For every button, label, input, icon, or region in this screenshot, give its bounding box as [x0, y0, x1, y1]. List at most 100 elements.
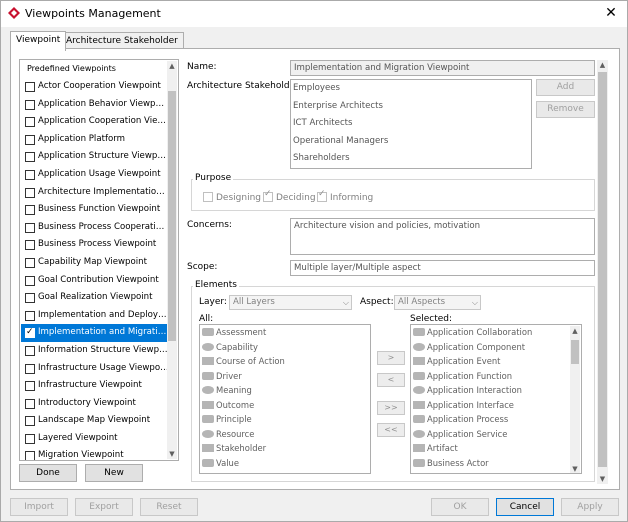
viewpoint-checkbox[interactable]	[25, 433, 35, 444]
viewpoint-list-item[interactable]: Layered Viewpoint	[21, 430, 169, 448]
viewpoint-list-item[interactable]: Infrastructure Viewpoint	[21, 377, 169, 395]
purpose-designing-checkbox[interactable]: Designing	[203, 192, 261, 203]
cancel-button[interactable]: Cancel	[496, 498, 554, 516]
move-all-right-button[interactable]: >>	[377, 401, 405, 415]
all-element-list-item[interactable]: Resource	[200, 427, 370, 442]
import-button[interactable]: Import	[10, 498, 68, 516]
viewpoint-checkbox[interactable]	[25, 240, 35, 251]
viewpoint-list-item[interactable]: Landscape Map Viewpoint	[21, 412, 169, 430]
selected-element-list-item[interactable]: Artifact	[411, 441, 581, 456]
viewpoint-checkbox[interactable]	[25, 117, 35, 128]
selected-element-list-item[interactable]: Application Process	[411, 412, 581, 427]
purpose-deciding-checkbox[interactable]: Deciding	[263, 189, 316, 203]
stakeholder-list-item[interactable]: Enterprise Architects	[293, 98, 529, 116]
viewpoint-checkbox[interactable]	[25, 187, 35, 198]
tab-viewpoint[interactable]: Viewpoint	[10, 31, 67, 51]
apply-button[interactable]: Apply	[561, 498, 619, 516]
concerns-field[interactable]: Architecture vision and policies, motiva…	[290, 218, 595, 255]
scrollbar-thumb[interactable]	[168, 91, 176, 341]
viewpoint-checkbox[interactable]	[25, 205, 35, 216]
selected-element-list-item[interactable]: Application Interface	[411, 398, 581, 413]
viewpoint-list-item[interactable]: Information Structure Viewpoint	[21, 342, 169, 360]
viewpoint-list-item[interactable]: Application Structure Viewpoint	[21, 148, 169, 166]
selected-element-list-item[interactable]: Application Component	[411, 340, 581, 355]
viewpoint-checkbox[interactable]	[25, 363, 35, 374]
viewpoint-checkbox[interactable]	[25, 398, 35, 409]
selected-element-list-item[interactable]: Application Event	[411, 354, 581, 369]
stakeholder-list-item[interactable]: ICT Architects	[293, 115, 529, 133]
all-element-list-item[interactable]: Principle	[200, 412, 370, 427]
viewpoint-list-item[interactable]: Architecture Implementation a...	[21, 184, 169, 202]
purpose-informing-checkbox[interactable]: Informing	[317, 189, 373, 203]
add-stakeholder-button[interactable]: Add	[536, 79, 595, 96]
viewpoint-checkbox[interactable]	[25, 451, 35, 460]
export-button[interactable]: Export	[75, 498, 133, 516]
viewpoint-checkbox[interactable]	[25, 257, 35, 268]
viewpoint-checkbox[interactable]	[25, 345, 35, 356]
viewpoint-list-item[interactable]: Introductory Viewpoint	[21, 395, 169, 413]
selected-element-list-item[interactable]: Application Service	[411, 427, 581, 442]
viewpoint-checkbox[interactable]	[25, 152, 35, 163]
selected-element-list-item[interactable]: Business Actor	[411, 456, 581, 471]
viewpoint-checkbox[interactable]	[25, 381, 35, 392]
ok-button[interactable]: OK	[431, 498, 489, 516]
reset-button[interactable]: Reset	[140, 498, 198, 516]
new-button[interactable]: New	[85, 464, 143, 482]
viewpoint-list-item[interactable]: Goal Realization Viewpoint	[21, 289, 169, 307]
viewpoint-list-item[interactable]: Application Behavior Viewpoint	[21, 96, 169, 114]
all-element-list-item[interactable]: Meaning	[200, 383, 370, 398]
viewpoint-list-item[interactable]: Actor Cooperation Viewpoint	[21, 78, 169, 96]
viewpoint-list-item[interactable]: Migration Viewpoint	[21, 447, 169, 460]
remove-stakeholder-button[interactable]: Remove	[536, 101, 595, 118]
scroll-down-icon[interactable]: ▼	[570, 464, 580, 473]
viewpoint-list-item[interactable]: Business Process Viewpoint	[21, 236, 169, 254]
move-all-left-button[interactable]: <<	[377, 423, 405, 437]
done-button[interactable]: Done	[19, 464, 77, 482]
all-element-list-item[interactable]: Capability	[200, 340, 370, 355]
scroll-up-icon[interactable]: ▲	[597, 60, 608, 70]
all-element-list-item[interactable]: Assessment	[200, 325, 370, 340]
scroll-up-icon[interactable]: ▲	[570, 326, 580, 336]
selected-element-list-item[interactable]: Application Collaboration	[411, 325, 581, 340]
detail-scrollbar[interactable]: ▲ ▼	[597, 60, 608, 484]
move-left-button[interactable]: <	[377, 373, 405, 387]
architecture-stakeholders-list[interactable]: Employees Enterprise Architects ICT Archit…	[290, 79, 532, 169]
viewpoint-checkbox[interactable]	[25, 416, 35, 427]
close-icon[interactable]: ✕	[601, 4, 621, 22]
scrollbar-thumb[interactable]	[571, 340, 579, 364]
viewpoint-checkbox[interactable]	[25, 293, 35, 304]
all-element-list-item[interactable]: Course of Action	[200, 354, 370, 369]
viewpoint-list-item[interactable]: Application Platform	[21, 131, 169, 149]
viewpoint-checkbox[interactable]	[25, 134, 35, 145]
scroll-down-icon[interactable]: ▼	[597, 474, 608, 484]
all-element-list-item[interactable]: Driver	[200, 369, 370, 384]
scroll-down-icon[interactable]: ▼	[167, 449, 177, 459]
scroll-up-icon[interactable]: ▲	[167, 61, 177, 71]
selected-element-list-item[interactable]: Application Interaction	[411, 383, 581, 398]
viewpoint-checkbox[interactable]	[25, 222, 35, 233]
viewpoint-checkbox[interactable]	[25, 310, 35, 321]
viewpoint-checkbox[interactable]	[25, 99, 35, 110]
selected-element-list-item[interactable]: Application Function	[411, 369, 581, 384]
viewpoint-checkbox[interactable]	[25, 275, 35, 286]
stakeholder-list-item[interactable]: Employees	[293, 80, 529, 98]
scope-field[interactable]: Multiple layer/Multiple aspect	[290, 260, 595, 276]
name-field[interactable]: Implementation and Migration Viewpoint	[290, 60, 595, 76]
selected-elements-list[interactable]: Application Collaboration Application Com…	[410, 324, 582, 474]
viewpoint-list-item[interactable]: Application Cooperation Viewp...	[21, 113, 169, 131]
stakeholder-list-item[interactable]: Shareholders	[293, 150, 529, 168]
viewpoint-checkbox[interactable]	[25, 82, 35, 92]
viewpoint-list-item[interactable]: Business Process Cooperation ...	[21, 219, 169, 237]
all-element-list-item[interactable]: Value	[200, 456, 370, 471]
viewpoint-checkbox[interactable]	[25, 169, 35, 180]
viewpoint-list-item[interactable]: Application Usage Viewpoint	[21, 166, 169, 184]
stakeholder-list-item[interactable]: Operational Managers	[293, 133, 529, 151]
viewpoint-list-item[interactable]: Implementation and Deployme...	[21, 307, 169, 325]
all-element-list-item[interactable]: Stakeholder	[200, 441, 370, 456]
viewpoint-list-item[interactable]: Implementation and Migration ...	[21, 324, 169, 342]
all-elements-list[interactable]: Assessment Capability Course of Action Driv…	[199, 324, 371, 474]
move-right-button[interactable]: >	[377, 351, 405, 365]
layer-dropdown[interactable]: All Layers ⌵	[229, 295, 352, 310]
viewpoint-checkbox[interactable]	[25, 324, 35, 342]
viewpoint-list-item[interactable]: Goal Contribution Viewpoint	[21, 272, 169, 290]
